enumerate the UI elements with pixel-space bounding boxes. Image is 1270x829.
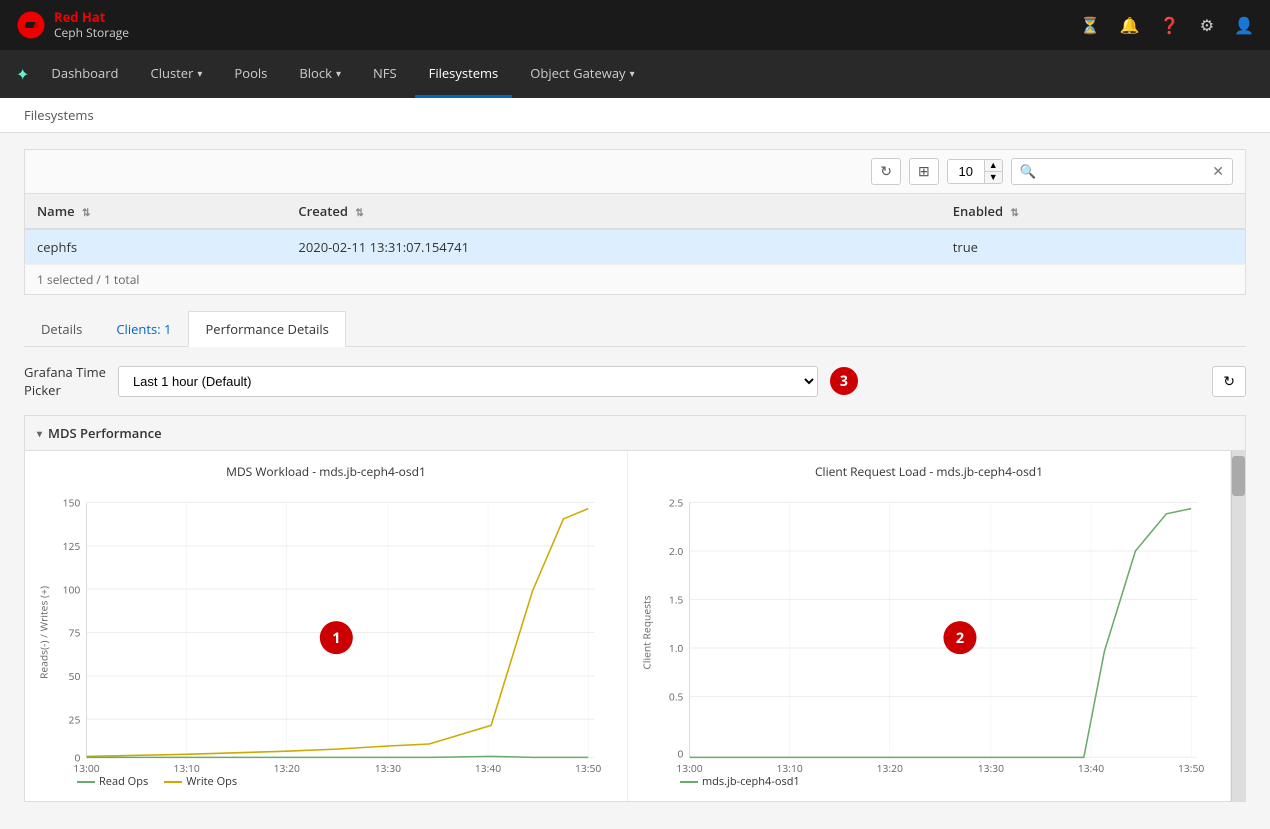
tabs-bar: Details Clients: 1 Performance Details [24,311,1246,347]
main-nav: ✦ Dashboard Cluster ▾ Pools Block ▾ NFS … [0,50,1270,98]
svg-text:125: 125 [63,540,81,554]
help-icon[interactable]: ❓ [1160,14,1180,36]
nav-block[interactable]: Block ▾ [285,50,355,98]
refresh-perf-button[interactable]: ↻ [1212,366,1246,397]
user-icon[interactable]: 👤 [1234,14,1254,36]
cell-created: 2020-02-11 13:31:07.154741 [286,229,940,265]
rows-decrement-button[interactable]: ▼ [985,172,1002,183]
topbar: Red Hat Ceph Storage ⏳ 🔔 ❓ ⚙ 👤 [0,0,1270,50]
chart-2-area: Client Requests 2.5 2.0 1.5 1.0 0.5 0 [640,488,1218,768]
nav-object-gateway[interactable]: Object Gateway ▾ [516,50,648,98]
svg-text:50: 50 [69,670,81,684]
filesystems-table: Name ⇅ Created ⇅ Enabled ⇅ cephfs 2020-0… [24,193,1246,265]
svg-text:13:10: 13:10 [174,762,200,776]
svg-text:75: 75 [69,627,81,641]
svg-text:13:30: 13:30 [375,762,401,776]
mds-section: ▾ MDS Performance MDS Workload - mds.jb-… [24,415,1246,802]
table-row[interactable]: cephfs 2020-02-11 13:31:07.154741 true [25,229,1246,265]
svg-text:100: 100 [63,583,81,597]
badge-3: 3 [830,367,858,395]
tab-details[interactable]: Details [24,311,99,347]
svg-text:13:50: 13:50 [1178,762,1204,776]
chart-mds-workload: MDS Workload - mds.jb-ceph4-osd1 Reads(-… [25,451,628,801]
clear-search-button[interactable]: ✕ [1204,159,1232,184]
svg-text:2: 2 [956,629,964,648]
search-input[interactable] [1044,160,1204,183]
mds-section-header[interactable]: ▾ MDS Performance [25,416,1245,451]
svg-text:13:40: 13:40 [475,762,501,776]
nav-cluster[interactable]: Cluster ▾ [137,50,217,98]
created-sort-icon: ⇅ [355,205,363,219]
svg-text:13:00: 13:00 [73,762,99,776]
rows-spinners: ▲ ▼ [984,160,1002,183]
time-picker-select[interactable]: Last 1 hour (Default) Last 15 minutes La… [118,366,818,397]
svg-text:13:20: 13:20 [274,762,300,776]
svg-text:1.0: 1.0 [669,642,684,656]
search-icon-button[interactable]: 🔍 [1012,160,1045,184]
settings-icon[interactable]: ⚙ [1200,14,1214,36]
rows-increment-button[interactable]: ▲ [985,160,1002,172]
svg-text:13:20: 13:20 [877,762,903,776]
table-toolbar: ↻ ⊞ 10 ▲ ▼ 🔍 ✕ [24,149,1246,193]
svg-text:1: 1 [332,629,340,648]
svg-text:13:40: 13:40 [1078,762,1104,776]
name-sort-icon: ⇅ [82,205,90,219]
cluster-caret-icon: ▾ [197,66,202,80]
nav-pools[interactable]: Pools [220,50,281,98]
redhat-logo-icon [16,10,46,40]
object-gateway-caret-icon: ▾ [630,66,635,80]
svg-text:150: 150 [63,497,81,511]
chart-1-svg: Reads(-) / Writes (+) 150 125 100 75 50 … [37,488,615,777]
svg-text:13:00: 13:00 [676,762,702,776]
svg-text:1.5: 1.5 [669,594,684,608]
topbar-icons: ⏳ 🔔 ❓ ⚙ 👤 [1080,14,1254,36]
chart-1-area: Reads(-) / Writes (+) 150 125 100 75 50 … [37,488,615,768]
brand-name: Red Hat Ceph Storage [54,10,129,40]
svg-text:Client Requests: Client Requests [640,595,654,669]
chart-2-svg: Client Requests 2.5 2.0 1.5 1.0 0.5 0 [640,488,1218,777]
svg-text:25: 25 [69,713,81,727]
col-enabled[interactable]: Enabled ⇅ [941,194,1246,230]
tab-clients[interactable]: Clients: 1 [99,311,188,347]
mds-collapse-icon: ▾ [37,426,42,440]
col-created[interactable]: Created ⇅ [286,194,940,230]
brand-logo: Red Hat Ceph Storage [16,10,129,40]
perf-controls: Grafana Time Picker Last 1 hour (Default… [24,363,1246,399]
block-caret-icon: ▾ [336,66,341,80]
nav-dashboard[interactable]: Dashboard [37,50,132,98]
search-wrap: 🔍 ✕ [1011,158,1233,185]
columns-button[interactable]: ⊞ [909,158,939,185]
tab-performance-details[interactable]: Performance Details [188,311,345,347]
bell-icon[interactable]: 🔔 [1120,14,1140,36]
charts-container: MDS Workload - mds.jb-ceph4-osd1 Reads(-… [25,451,1245,801]
tasks-icon[interactable]: ⏳ [1080,14,1100,36]
cell-enabled: true [941,229,1246,265]
svg-text:0.5: 0.5 [669,691,684,705]
mds-node-legend-color [680,781,698,783]
svg-text:2.0: 2.0 [669,545,684,559]
content-area: ↻ ⊞ 10 ▲ ▼ 🔍 ✕ Name ⇅ Created ⇅ [0,133,1270,818]
svg-text:13:30: 13:30 [978,762,1004,776]
read-ops-legend-color [77,781,95,783]
svg-text:13:10: 13:10 [777,762,803,776]
ceph-icon: ✦ [16,63,29,85]
svg-text:13:50: 13:50 [575,762,601,776]
table-footer: 1 selected / 1 total [24,265,1246,295]
cell-name: cephfs [25,229,287,265]
chart-client-request: Client Request Load - mds.jb-ceph4-osd1 … [628,451,1231,801]
refresh-table-button[interactable]: ↻ [871,158,901,185]
svg-text:0: 0 [677,747,683,761]
svg-text:2.5: 2.5 [669,497,684,511]
breadcrumb: Filesystems [0,98,1270,133]
scrollbar[interactable] [1231,451,1245,801]
nav-nfs[interactable]: NFS [359,50,411,98]
svg-text:Reads(-) / Writes (+): Reads(-) / Writes (+) [37,586,51,679]
enabled-sort-icon: ⇅ [1011,205,1019,219]
col-name[interactable]: Name ⇅ [25,194,287,230]
nav-filesystems[interactable]: Filesystems [415,50,513,98]
rows-per-page-input[interactable]: 10 [948,160,984,183]
write-ops-legend-color [164,781,182,783]
grafana-time-picker-label: Grafana Time Picker [24,363,106,399]
rows-per-page-control: 10 ▲ ▼ [947,159,1003,184]
